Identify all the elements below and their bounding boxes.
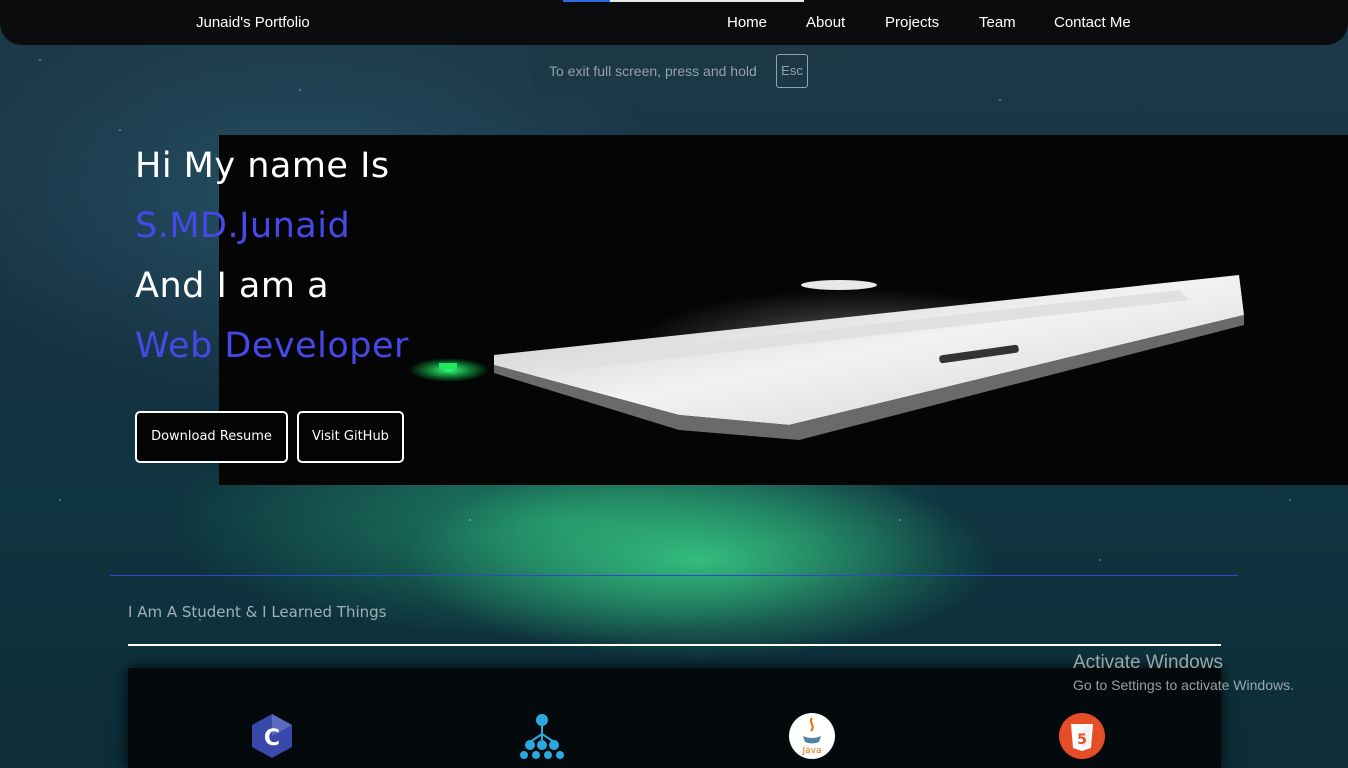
esc-key-badge: Esc — [776, 54, 808, 88]
fullscreen-exit-hint: To exit full screen, press and hold Esc — [533, 50, 856, 95]
hero-name: S.MD.Junaid — [135, 206, 351, 246]
brand-title[interactable]: Junaid's Portfolio — [196, 14, 310, 31]
activate-windows-subtitle: Go to Settings to activate Windows. — [1073, 677, 1294, 693]
section-divider — [110, 575, 1238, 576]
navbar: Junaid's Portfolio Home About Projects T… — [0, 0, 1348, 45]
svg-text:5: 5 — [1077, 732, 1087, 748]
c-language-icon: C — [252, 714, 292, 758]
fullscreen-hint-message: To exit full screen, press and hold — [549, 63, 757, 79]
nav-link-team[interactable]: Team — [979, 14, 1016, 31]
scroll-progress-bar — [563, 0, 804, 2]
download-resume-button[interactable]: Download Resume — [135, 411, 288, 463]
windows-activation-watermark: Activate Windows Go to Settings to activ… — [1073, 652, 1294, 693]
visit-github-button[interactable]: Visit GitHub — [297, 411, 404, 463]
svg-text:Java: Java — [801, 746, 821, 756]
java-icon: Java — [789, 713, 835, 759]
nav-link-about[interactable]: About — [806, 14, 845, 31]
html5-icon: 5 — [1059, 713, 1105, 759]
hero-role: Web Developer — [135, 326, 409, 366]
activate-windows-title: Activate Windows — [1073, 652, 1223, 673]
learned-section-title: I Am A Student & I Learned Things — [128, 603, 387, 621]
section-underline — [128, 644, 1221, 646]
nav-link-projects[interactable]: Projects — [885, 14, 939, 31]
data-structures-icon — [520, 714, 564, 759]
nav-link-contact[interactable]: Contact Me — [1054, 14, 1131, 31]
laptop-illustration — [409, 275, 1244, 440]
hero-intro: And I am a — [135, 266, 330, 306]
hero-greeting: Hi My name Is — [135, 146, 390, 186]
nav-link-home[interactable]: Home — [727, 14, 767, 31]
svg-text:C: C — [264, 726, 280, 751]
